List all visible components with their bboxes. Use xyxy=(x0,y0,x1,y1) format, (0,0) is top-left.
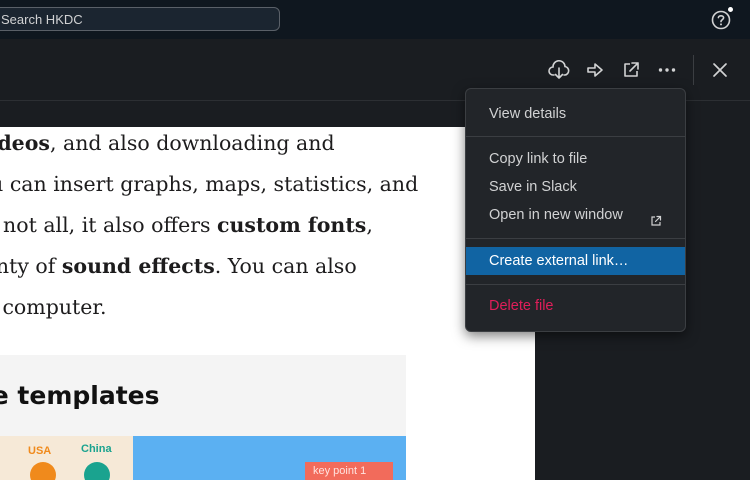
search-placeholder: Search HKDC xyxy=(1,12,83,27)
template-slide-preview: Free templates USA China key point 1 xyxy=(0,355,406,480)
label-usa: USA xyxy=(28,445,52,457)
notification-dot xyxy=(727,6,734,13)
text-line: But not all, it also offers custom fonts… xyxy=(0,213,373,237)
document-page: Videos, and also downloading and You can… xyxy=(0,127,535,480)
text-line: and plenty of sound effects. You can als… xyxy=(0,254,357,278)
file-actions-menu: View details Copy link to file Save in S… xyxy=(465,88,686,332)
menu-separator xyxy=(466,284,685,285)
menu-item-create-external-link[interactable]: Create external link… xyxy=(466,247,685,275)
template-title: Free templates xyxy=(0,381,160,410)
close-icon[interactable] xyxy=(708,58,732,82)
label-china: China xyxy=(81,443,112,455)
menu-item-open-new-window[interactable]: Open in new window xyxy=(466,201,685,229)
external-link-icon xyxy=(650,209,662,226)
text-line: your computer. xyxy=(0,295,107,319)
keypoint-panel: key point 1 xyxy=(133,436,406,480)
help-icon[interactable] xyxy=(711,10,731,30)
china-figure-icon xyxy=(84,462,110,480)
more-icon[interactable] xyxy=(655,58,679,82)
top-bar: Search HKDC xyxy=(0,0,750,39)
text-line: You can insert graphs, maps, statistics,… xyxy=(0,172,419,196)
usa-figure-icon xyxy=(30,462,56,480)
toolbar-divider xyxy=(693,55,694,85)
menu-item-view-details[interactable]: View details xyxy=(466,100,685,128)
menu-separator xyxy=(466,238,685,239)
text-line: Videos, and also downloading and xyxy=(0,131,335,155)
keypoint-label: key point 1 xyxy=(305,462,393,480)
download-icon[interactable] xyxy=(547,58,571,82)
menu-item-label: Open in new window xyxy=(489,207,623,223)
open-external-icon[interactable] xyxy=(619,58,643,82)
menu-separator xyxy=(466,136,685,137)
search-input[interactable]: Search HKDC xyxy=(0,7,280,31)
infographic-panel: USA China xyxy=(0,436,133,480)
menu-item-save-in-slack[interactable]: Save in Slack xyxy=(466,173,685,201)
share-icon[interactable] xyxy=(583,58,607,82)
menu-item-delete-file[interactable]: Delete file xyxy=(466,292,685,320)
menu-item-copy-link[interactable]: Copy link to file xyxy=(466,145,685,173)
